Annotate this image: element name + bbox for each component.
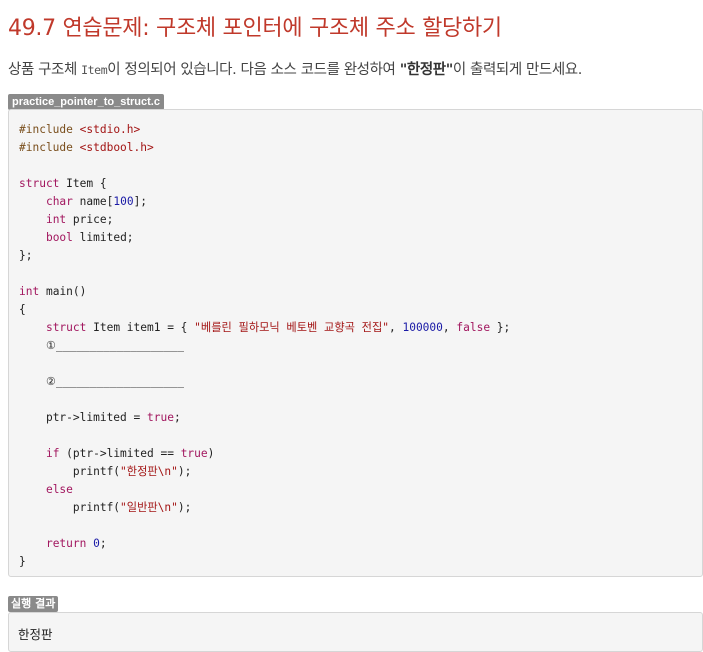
code-token: <stdbool.h> [79, 141, 154, 154]
code-token: { [19, 303, 26, 316]
code-token: ; [99, 537, 107, 550]
code-token: "베를린 필하모닉 베토벤 교향곡 전집" [194, 321, 389, 334]
code-token: #include [19, 123, 73, 136]
code-token: 100000 [402, 321, 443, 334]
code-token: struct [45, 321, 87, 334]
code-token: ) [207, 447, 215, 460]
code-token: Item item1 = { [93, 321, 195, 334]
code-token: true [180, 447, 208, 460]
code-token: main() [45, 285, 87, 298]
code-block[interactable]: #include <stdio.h> #include <stdbool.h> … [8, 109, 703, 577]
code-token: ]; [133, 195, 148, 208]
result-block[interactable]: 한정판 [8, 612, 703, 652]
code-token: bool [45, 231, 73, 244]
code-token: 0 [93, 537, 100, 550]
problem-description: 상품 구조체 Item이 정의되어 있습니다. 다음 소스 코드를 완성하여 "… [8, 58, 582, 79]
code-token: ); [177, 465, 192, 478]
file-name-label: practice_pointer_to_struct.c [8, 94, 164, 110]
code-token: price; [72, 213, 114, 226]
code-token: ); [177, 501, 192, 514]
code-token: int [45, 213, 67, 226]
code-token: 100 [113, 195, 134, 208]
code-token: if [45, 447, 60, 460]
blank-2: ②___________________ [45, 375, 184, 388]
code-token: (ptr->limited == [59, 447, 181, 460]
code-token: <stdio.h> [79, 123, 141, 136]
code-token: , [388, 321, 403, 334]
desc-text-2: 이 정의되어 있습니다. 다음 소스 코드를 완성하여 [107, 62, 400, 78]
code-token: false [456, 321, 491, 334]
desc-code-term: Item [81, 63, 108, 77]
code-token: } [19, 555, 26, 568]
page-title: 49.7 연습문제: 구조체 포인터에 구조체 주소 할당하기 [8, 16, 502, 41]
code-token: ; [173, 411, 181, 424]
code-token: }; [19, 249, 33, 262]
code-token: , [442, 321, 457, 334]
code-token: true [147, 411, 174, 424]
code-token: printf( [72, 501, 121, 514]
code-token: limited; [79, 231, 134, 244]
code-token: name[ [79, 195, 114, 208]
result-output: 한정판 [18, 627, 53, 642]
code-token: Item { [66, 177, 107, 190]
code-token: "한정판\n" [120, 465, 178, 478]
desc-text-1: 상품 구조체 [8, 62, 82, 78]
code-token: printf( [72, 465, 121, 478]
desc-emphasis: "한정판" [399, 62, 454, 78]
code-token: ptr->limited = [45, 411, 147, 424]
result-label: 실행 결과 [8, 596, 59, 612]
code-token: int [19, 285, 40, 298]
code-token: return [45, 537, 87, 550]
desc-text-3: 이 출력되게 만드세요. [452, 62, 582, 78]
code-token: "일반판\n" [120, 501, 178, 514]
blank-1: ①___________________ [45, 339, 184, 352]
code-token: char [45, 195, 73, 208]
code-token: struct [19, 177, 60, 190]
code-token: #include [19, 141, 73, 154]
code-token: }; [490, 321, 511, 334]
source-code: #include <stdio.h> #include <stdbool.h> … [19, 121, 510, 571]
code-token: else [45, 483, 73, 496]
